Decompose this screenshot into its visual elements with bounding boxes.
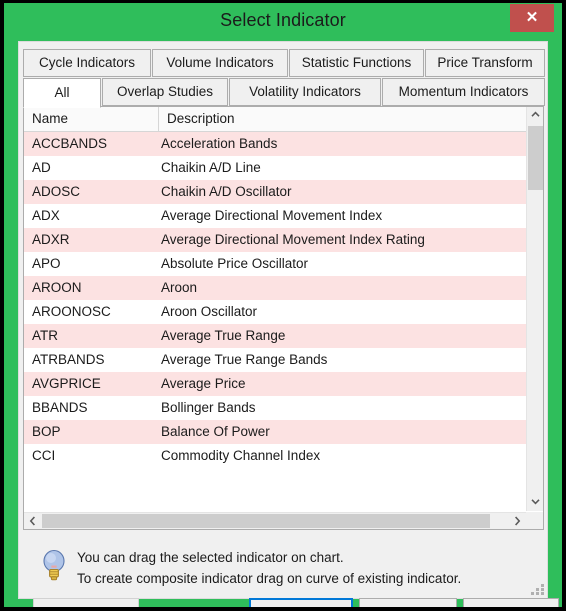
table-row[interactable]: APO Absolute Price Oscillator bbox=[24, 252, 526, 276]
close-icon: ✕ bbox=[525, 9, 539, 26]
chevron-right-icon bbox=[515, 516, 521, 526]
ok-button[interactable]: OK bbox=[249, 598, 353, 607]
vertical-scrollbar[interactable] bbox=[526, 107, 543, 511]
title-bar[interactable]: Select Indicator ✕ bbox=[4, 3, 562, 41]
hint-line-1: You can drag the selected indicator on c… bbox=[77, 550, 344, 565]
cell-name: ADOSC bbox=[32, 184, 81, 199]
cell-name: ATRBANDS bbox=[32, 352, 105, 367]
cell-description: Average Directional Movement Index Ratin… bbox=[161, 232, 425, 247]
tab-volume-indicators[interactable]: Volume Indicators bbox=[152, 49, 288, 77]
tab-volatility-indicators[interactable]: Volatility Indicators bbox=[229, 78, 381, 106]
chevron-up-icon bbox=[530, 111, 540, 117]
table-row[interactable]: BOP Balance Of Power bbox=[24, 420, 526, 444]
explain-button[interactable]: Explain bbox=[33, 598, 139, 607]
cell-name: ADX bbox=[32, 208, 60, 223]
grip-dot bbox=[541, 592, 544, 595]
table-row[interactable]: ADX Average Directional Movement Index bbox=[24, 204, 526, 228]
cell-description: Average True Range Bands bbox=[161, 352, 328, 367]
tab-price-transform[interactable]: Price Transform bbox=[425, 49, 545, 77]
cell-name: APO bbox=[32, 256, 61, 271]
dialog-client-area: Cycle Indicators Volume Indicators Statist… bbox=[18, 41, 559, 607]
tab-all[interactable]: All bbox=[23, 78, 101, 108]
cancel-button[interactable]: Cancel bbox=[359, 598, 457, 607]
cell-name: ATR bbox=[32, 328, 58, 343]
cell-name: BBANDS bbox=[32, 400, 88, 415]
select-indicator-dialog: Select Indicator ✕ Cycle Indicators Volum… bbox=[0, 0, 566, 611]
grip-dot bbox=[536, 592, 539, 595]
table-row[interactable]: ADXR Average Directional Movement Index R… bbox=[24, 228, 526, 252]
window-title: Select Indicator bbox=[220, 10, 346, 30]
table-row[interactable]: BBANDS Bollinger Bands bbox=[24, 396, 526, 420]
cell-description: Absolute Price Oscillator bbox=[161, 256, 309, 271]
cell-name: AVGPRICE bbox=[32, 376, 101, 391]
tab-overlap-studies[interactable]: Overlap Studies bbox=[102, 78, 228, 106]
lightbulb-icon bbox=[43, 549, 65, 581]
cell-description: Average Price bbox=[161, 376, 246, 391]
column-header-description[interactable]: Description bbox=[159, 107, 526, 131]
cell-description: Balance Of Power bbox=[161, 424, 270, 439]
scroll-left-button[interactable] bbox=[24, 513, 41, 529]
grip-dot bbox=[541, 588, 544, 591]
cell-description: Bollinger Bands bbox=[161, 400, 256, 415]
cell-description: Aroon bbox=[161, 280, 198, 295]
table-row[interactable]: AROON Aroon bbox=[24, 276, 526, 300]
grip-dot bbox=[531, 592, 534, 595]
scroll-right-button[interactable] bbox=[509, 513, 526, 529]
cell-description: Chaikin A/D Oscillator bbox=[161, 184, 292, 199]
cell-name: AROONOSC bbox=[32, 304, 111, 319]
tab-statistic-functions[interactable]: Statistic Functions bbox=[289, 49, 424, 77]
hint-text: You can drag the selected indicator on c… bbox=[77, 547, 537, 589]
list-rows: ACCBANDS Acceleration Bands AD Chaikin A/D … bbox=[24, 132, 526, 480]
close-button[interactable]: ✕ bbox=[510, 4, 554, 32]
scrollbar-corner bbox=[526, 512, 543, 529]
list-column-headers: Name Description bbox=[24, 107, 526, 132]
tab-cycle-indicators[interactable]: Cycle Indicators bbox=[23, 49, 151, 77]
chevron-left-icon bbox=[29, 516, 35, 526]
cell-name: AROON bbox=[32, 280, 82, 295]
cell-description: Aroon Oscillator bbox=[161, 304, 258, 319]
table-row[interactable]: CCI Commodity Channel Index bbox=[24, 444, 526, 468]
help-button[interactable]: Help bbox=[463, 598, 559, 607]
tab-momentum-indicators[interactable]: Momentum Indicators bbox=[382, 78, 545, 106]
cell-description: Acceleration Bands bbox=[161, 136, 278, 151]
tab-row-top: Cycle Indicators Volume Indicators Statist… bbox=[23, 49, 545, 78]
grip-dot bbox=[536, 588, 539, 591]
mnemonic-letter: H bbox=[497, 606, 507, 607]
vertical-scrollbar-thumb[interactable] bbox=[528, 126, 543, 190]
table-row[interactable]: AVGPRICE Average Price bbox=[24, 372, 526, 396]
table-row[interactable]: AROONOSC Aroon Oscillator bbox=[24, 300, 526, 324]
tab-row-bottom: All Overlap Studies Volatility Indicators M… bbox=[23, 78, 545, 108]
cell-name: CCI bbox=[32, 448, 56, 463]
cell-description: Chaikin A/D Line bbox=[161, 160, 261, 175]
hint-area: You can drag the selected indicator on c… bbox=[41, 547, 541, 591]
mnemonic-letter: x bbox=[73, 606, 80, 607]
hint-line-2: To create composite indicator drag on cu… bbox=[77, 571, 462, 586]
column-header-name[interactable]: Name bbox=[24, 107, 159, 131]
button-bar: Explain OK Cancel Help bbox=[19, 598, 559, 607]
grip-dot bbox=[541, 584, 544, 587]
horizontal-scrollbar[interactable] bbox=[24, 512, 526, 529]
scroll-up-button[interactable] bbox=[527, 107, 543, 124]
table-row[interactable]: ATR Average True Range bbox=[24, 324, 526, 348]
table-row[interactable]: ADOSC Chaikin A/D Oscillator bbox=[24, 180, 526, 204]
horizontal-scrollbar-thumb[interactable] bbox=[42, 514, 490, 528]
table-row[interactable]: AD Chaikin A/D Line bbox=[24, 156, 526, 180]
table-row[interactable]: ACCBANDS Acceleration Bands bbox=[24, 132, 526, 156]
scroll-down-button[interactable] bbox=[527, 494, 543, 511]
table-row[interactable]: ATRBANDS Average True Range Bands bbox=[24, 348, 526, 372]
indicator-list: Name Description ACCBANDS Acceleration Ba… bbox=[23, 106, 544, 530]
cell-description: Average Directional Movement Index bbox=[161, 208, 383, 223]
chevron-down-icon bbox=[530, 499, 540, 505]
tab-strip: Cycle Indicators Volume Indicators Statist… bbox=[23, 49, 545, 108]
cell-name: ACCBANDS bbox=[32, 136, 108, 151]
cell-name: ADXR bbox=[32, 232, 70, 247]
cell-name: BOP bbox=[32, 424, 61, 439]
resize-grip[interactable] bbox=[531, 584, 544, 595]
cell-name: AD bbox=[32, 160, 51, 175]
cell-description: Average True Range bbox=[161, 328, 286, 343]
cell-description: Commodity Channel Index bbox=[161, 448, 321, 463]
